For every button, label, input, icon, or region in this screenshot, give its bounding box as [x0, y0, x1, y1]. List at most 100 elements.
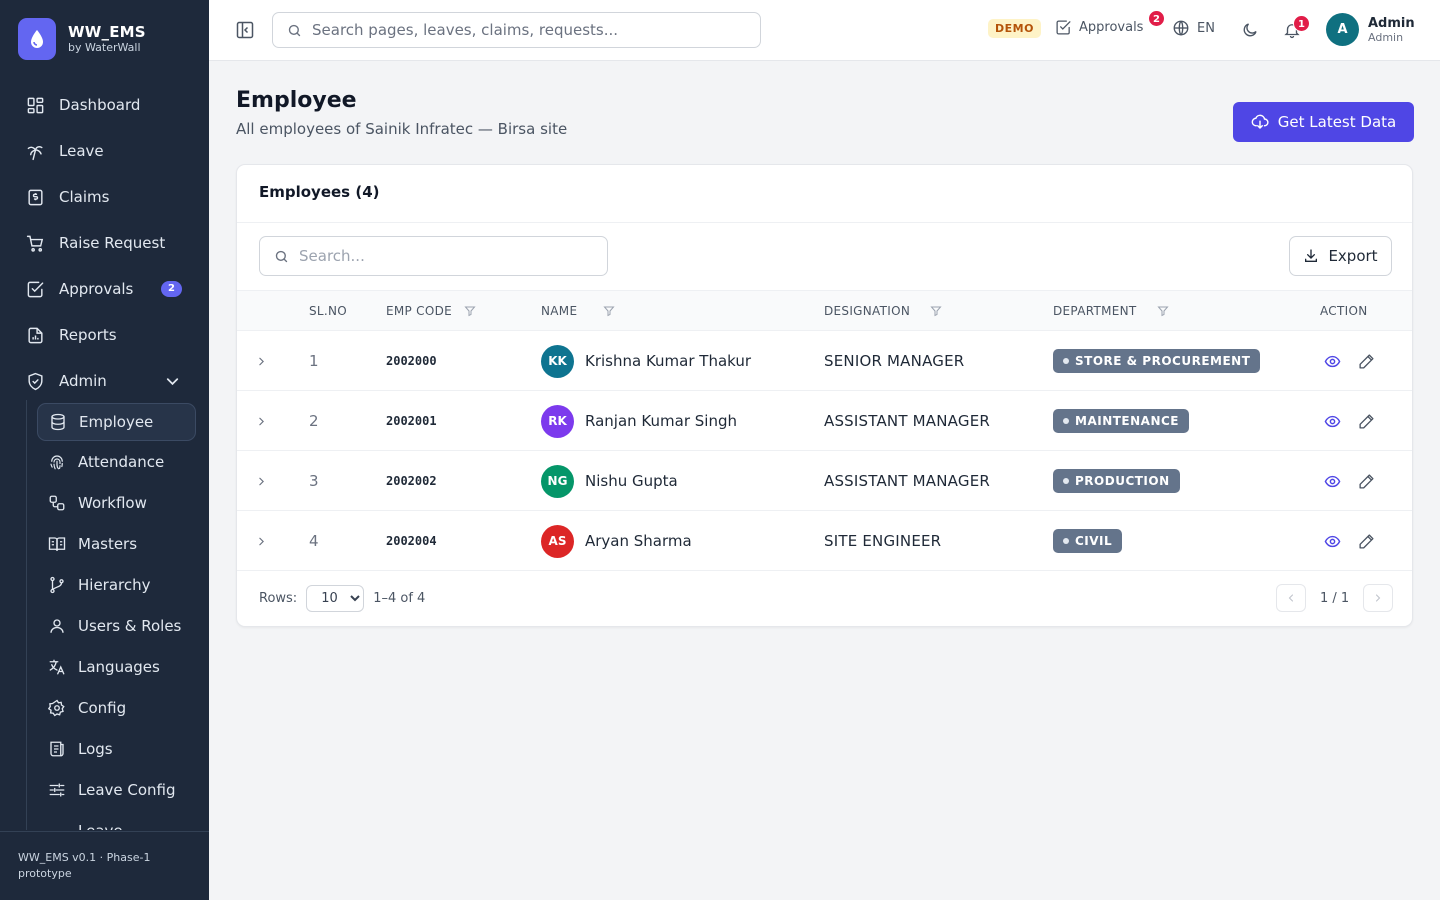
dot-icon: [1063, 538, 1069, 544]
approvals-link[interactable]: Approvals 2: [1055, 10, 1165, 36]
approvals-count-badge: 2: [161, 281, 182, 297]
sidebar-item-reports[interactable]: Reports: [14, 312, 196, 358]
table-row[interactable]: 4 2002004 AS Aryan Sharma SITE ENGINEER …: [237, 511, 1412, 571]
global-search-input[interactable]: [312, 21, 752, 39]
notifications-button[interactable]: 1: [1283, 15, 1310, 43]
get-latest-data-button[interactable]: Get Latest Data: [1233, 102, 1414, 142]
sidebar-item-dashboard[interactable]: Dashboard: [14, 82, 196, 128]
col-emp-code[interactable]: EMP CODE: [386, 304, 476, 318]
department-label: MAINTENANCE: [1075, 414, 1179, 428]
sidebar-item-workflow[interactable]: Workflow: [27, 482, 196, 523]
col-slno-label: SL.NO: [309, 304, 348, 318]
col-designation[interactable]: DESIGNATION: [824, 304, 942, 318]
sidebar-item-approvals[interactable]: Approvals 2: [14, 266, 196, 312]
filter-icon[interactable]: [930, 305, 942, 317]
cloud-download-icon: [1251, 114, 1269, 130]
sidebar-item-label: Admin: [59, 372, 107, 390]
name-cell: AS Aryan Sharma: [541, 511, 692, 571]
sidebar-item-claims[interactable]: Claims: [14, 174, 196, 220]
col-department[interactable]: DEPARTMENT: [1053, 304, 1169, 318]
filter-icon[interactable]: [464, 305, 476, 317]
department-cell: STORE & PROCUREMENT: [1053, 331, 1261, 391]
pencil-icon[interactable]: [1358, 353, 1375, 370]
sidebar-item-users-roles[interactable]: Users & Roles: [27, 605, 196, 646]
department-cell: CIVIL: [1053, 511, 1123, 571]
shield-check-icon: [28, 372, 43, 390]
sliders-icon: [49, 782, 65, 797]
brand-sub: by WaterWall: [68, 41, 141, 54]
sidebar-toggle-icon[interactable]: [235, 20, 255, 40]
prev-page-button[interactable]: [1276, 584, 1306, 612]
languages-icon: [49, 659, 65, 674]
table-row[interactable]: 2 2002001 RK Ranjan Kumar Singh ASSISTAN…: [237, 391, 1412, 451]
expand-row-button[interactable]: [255, 331, 269, 391]
sidebar-item-employee[interactable]: Employee: [37, 403, 196, 441]
moon-icon[interactable]: [1241, 21, 1259, 39]
chevron-right-icon: [259, 477, 264, 485]
department-label: PRODUCTION: [1075, 474, 1170, 488]
sidebar-item-config[interactable]: Config: [27, 687, 196, 728]
language-code: EN: [1197, 20, 1215, 36]
employee-name: Krishna Kumar Thakur: [585, 352, 752, 370]
expand-row-button[interactable]: [255, 451, 269, 511]
sidebar-item-label: Users & Roles: [78, 616, 182, 635]
col-name[interactable]: NAME: [541, 304, 615, 318]
sidebar-item-raise-request[interactable]: Raise Request: [14, 220, 196, 266]
notification-badge: 1: [1293, 15, 1310, 32]
employee-name: Nishu Gupta: [585, 472, 678, 490]
approvals-badge: 2: [1148, 10, 1165, 27]
check-square-icon: [27, 281, 44, 297]
user-role: Admin: [1368, 30, 1404, 44]
filter-icon[interactable]: [603, 305, 615, 317]
avatar: NG: [541, 464, 574, 498]
divider: [237, 222, 1412, 223]
sidebar-item-attendance[interactable]: Attendance: [27, 441, 196, 482]
avatar: A: [1326, 13, 1359, 46]
sidebar-item-label: Leave Config: [78, 780, 176, 799]
sidebar-item-label: Languages: [78, 657, 160, 676]
sidebar-item-leave[interactable]: Leave: [14, 128, 196, 174]
cart-icon: [26, 235, 44, 252]
filter-icon[interactable]: [1156, 305, 1169, 317]
col-designation-label: DESIGNATION: [824, 304, 911, 318]
sidebar-item-label: Attendance: [78, 452, 165, 471]
user-menu[interactable]: A Admin Admin: [1326, 13, 1415, 46]
sidebar-item-languages[interactable]: Languages: [27, 646, 196, 687]
sidebar-item-leave-admin[interactable]: Leave: [27, 810, 196, 831]
dot-icon: [1063, 478, 1069, 484]
pencil-icon[interactable]: [1358, 473, 1375, 490]
table-search[interactable]: [259, 236, 608, 276]
check-square-icon: [1056, 20, 1071, 35]
sidebar-item-leave-config[interactable]: Leave Config: [27, 769, 196, 810]
department-badge: PRODUCTION: [1053, 469, 1180, 493]
version-subtext: prototype: [18, 867, 72, 880]
department-badge: STORE & PROCUREMENT: [1053, 349, 1261, 373]
table-row[interactable]: 3 2002002 NG Nishu Gupta ASSISTANT MANAG…: [237, 451, 1412, 511]
language-switcher[interactable]: EN: [1172, 19, 1215, 37]
export-button[interactable]: Export: [1289, 236, 1392, 276]
col-slno[interactable]: SL.NO: [309, 304, 347, 318]
pencil-icon[interactable]: [1358, 413, 1375, 430]
name-cell: NG Nishu Gupta: [541, 451, 678, 511]
table-search-input[interactable]: [299, 247, 589, 265]
rows-label: Rows:: [259, 591, 298, 606]
eye-icon[interactable]: [1324, 533, 1341, 550]
eye-icon[interactable]: [1324, 413, 1341, 430]
designation-cell: SENIOR MANAGER: [824, 352, 965, 370]
rows-per-page-select[interactable]: 10: [306, 585, 365, 612]
eye-icon[interactable]: [1324, 473, 1341, 490]
sidebar-item-logs[interactable]: Logs: [27, 728, 196, 769]
eye-icon[interactable]: [1324, 353, 1341, 370]
pencil-icon[interactable]: [1358, 533, 1375, 550]
sidebar-item-hierarchy[interactable]: Hierarchy: [27, 564, 196, 605]
next-page-button[interactable]: [1363, 584, 1394, 612]
logs-icon: [50, 741, 64, 756]
table-row[interactable]: 1 2002000 KK Krishna Kumar Thakur SENIOR…: [237, 331, 1412, 391]
sidebar-item-masters[interactable]: Masters: [27, 523, 196, 564]
expand-row-button[interactable]: [255, 511, 269, 571]
expand-row-button[interactable]: [255, 391, 269, 451]
brand[interactable]: WW_EMS by WaterWall: [18, 18, 146, 60]
global-search[interactable]: [272, 12, 761, 48]
department-cell: PRODUCTION: [1053, 451, 1180, 511]
sidebar-item-admin[interactable]: Admin: [14, 358, 196, 404]
